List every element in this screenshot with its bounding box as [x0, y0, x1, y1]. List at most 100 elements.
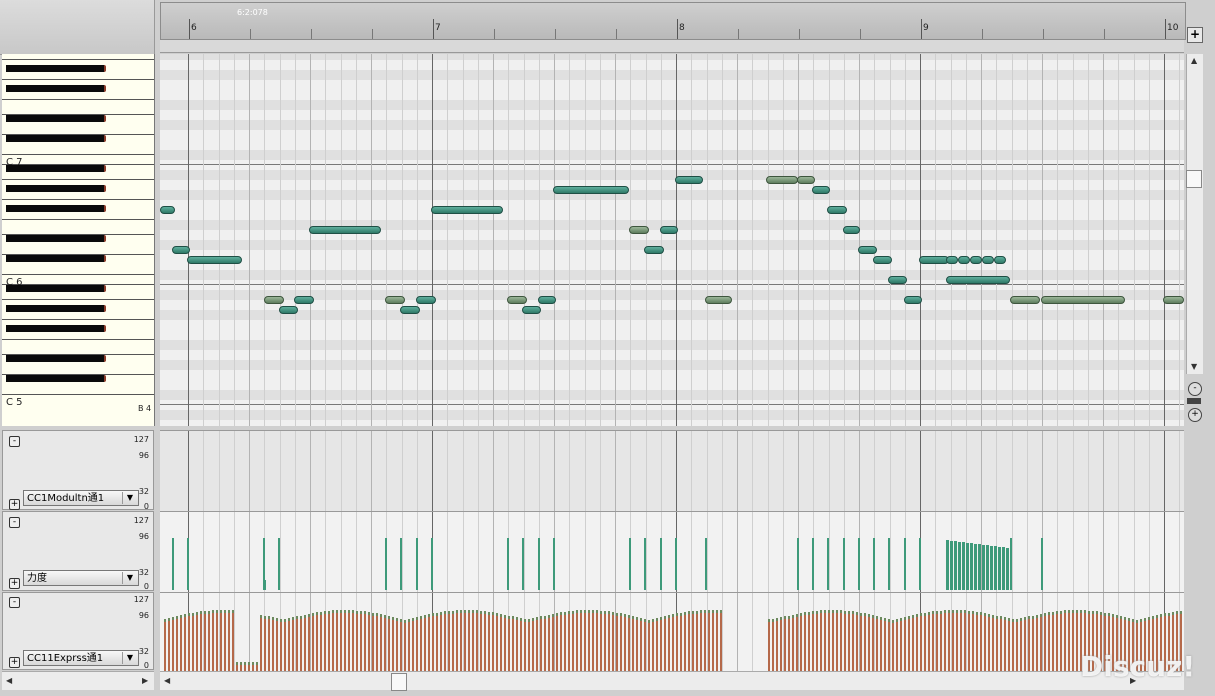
expression-bar[interactable]: [856, 612, 858, 671]
expression-bar[interactable]: [896, 619, 898, 671]
velocity-bar[interactable]: [919, 538, 921, 590]
expression-bar[interactable]: [916, 614, 918, 671]
expression-bar[interactable]: [720, 610, 722, 671]
expression-bar[interactable]: [968, 611, 970, 671]
expression-bar[interactable]: [476, 610, 478, 671]
expression-bar[interactable]: [804, 612, 806, 671]
zoom-out-icon[interactable]: -: [1188, 382, 1202, 396]
zoom-in-icon[interactable]: +: [1188, 408, 1202, 422]
midi-note[interactable]: [660, 226, 678, 234]
expression-bar[interactable]: [1020, 618, 1022, 671]
expression-bar[interactable]: [900, 618, 902, 671]
expression-bar[interactable]: [844, 611, 846, 671]
expression-bar[interactable]: [336, 610, 338, 671]
expression-bar[interactable]: [192, 613, 194, 671]
expression-bar[interactable]: [464, 610, 466, 671]
midi-note[interactable]: [858, 246, 877, 254]
midi-note[interactable]: [629, 226, 649, 234]
expression-bar[interactable]: [504, 615, 506, 671]
expression-bar[interactable]: [800, 613, 802, 671]
expression-bar[interactable]: [1076, 610, 1078, 671]
expression-bar[interactable]: [580, 610, 582, 671]
expression-bar[interactable]: [424, 615, 426, 671]
expression-bar[interactable]: [284, 619, 286, 671]
expression-bar[interactable]: [656, 618, 658, 671]
velocity-bar[interactable]: [873, 538, 875, 590]
velocity-bar[interactable]: [416, 538, 418, 590]
expression-bar[interactable]: [772, 619, 774, 671]
midi-note[interactable]: [507, 296, 527, 304]
midi-note[interactable]: [522, 306, 541, 314]
midi-note[interactable]: [843, 226, 860, 234]
expression-bar[interactable]: [708, 610, 710, 671]
expression-bar[interactable]: [456, 610, 458, 671]
expression-bar[interactable]: [1060, 611, 1062, 671]
expression-bar[interactable]: [252, 662, 254, 671]
expression-bar[interactable]: [1036, 615, 1038, 671]
expression-bar[interactable]: [304, 615, 306, 671]
expression-bar[interactable]: [688, 611, 690, 671]
midi-note[interactable]: [279, 306, 298, 314]
zoom-slider[interactable]: [1187, 398, 1201, 404]
expression-bar[interactable]: [232, 610, 234, 671]
expression-bar[interactable]: [652, 619, 654, 671]
expression-bar[interactable]: [328, 611, 330, 671]
expression-bar[interactable]: [620, 613, 622, 671]
expression-bar[interactable]: [836, 610, 838, 671]
horizontal-scrollbar[interactable]: ◀ ▶: [160, 671, 1184, 690]
velocity-bar[interactable]: [172, 538, 174, 590]
expression-bar[interactable]: [572, 611, 574, 671]
midi-note[interactable]: [958, 256, 970, 264]
expression-bar[interactable]: [272, 617, 274, 671]
expression-bar[interactable]: [356, 611, 358, 671]
expression-bar[interactable]: [568, 611, 570, 671]
expression-bar[interactable]: [924, 613, 926, 671]
expression-bar[interactable]: [340, 610, 342, 671]
expression-bar[interactable]: [1012, 619, 1014, 671]
expression-bar[interactable]: [588, 610, 590, 671]
scroll-down-icon[interactable]: ▼: [1191, 362, 1197, 371]
velocity-bar[interactable]: [982, 544, 985, 590]
expression-bar[interactable]: [636, 617, 638, 671]
cc-select-velocity[interactable]: 力度 ▼: [23, 570, 139, 586]
expression-bar[interactable]: [528, 619, 530, 671]
expression-bar[interactable]: [816, 611, 818, 671]
midi-note[interactable]: [919, 256, 949, 264]
black-key[interactable]: [6, 85, 106, 92]
expression-bar[interactable]: [868, 614, 870, 671]
expression-bar[interactable]: [276, 618, 278, 671]
expression-bar[interactable]: [368, 612, 370, 671]
midi-note[interactable]: [994, 256, 1006, 264]
expression-bar[interactable]: [564, 612, 566, 671]
midi-note[interactable]: [1163, 296, 1184, 304]
expression-bar[interactable]: [988, 614, 990, 671]
expression-bar[interactable]: [996, 616, 998, 671]
midi-note[interactable]: [888, 276, 907, 284]
expression-bar[interactable]: [268, 616, 270, 671]
expression-bar[interactable]: [300, 616, 302, 671]
expression-bar[interactable]: [176, 616, 178, 671]
velocity-bar[interactable]: [962, 542, 965, 590]
expression-bar[interactable]: [912, 615, 914, 671]
velocity-bar[interactable]: [1010, 538, 1012, 590]
midi-note[interactable]: [538, 296, 556, 304]
velocity-bar[interactable]: [675, 538, 677, 590]
expression-bar[interactable]: [704, 610, 706, 671]
expression-bar[interactable]: [496, 613, 498, 671]
expression-bar[interactable]: [164, 619, 166, 671]
expression-bar[interactable]: [200, 611, 202, 671]
velocity-bar[interactable]: [797, 580, 799, 590]
expression-bar[interactable]: [956, 610, 958, 671]
velocity-bar[interactable]: [904, 538, 906, 590]
midi-note[interactable]: [970, 256, 982, 264]
velocity-bar[interactable]: [970, 543, 973, 590]
expression-bar[interactable]: [812, 611, 814, 671]
expression-bar[interactable]: [1016, 619, 1018, 671]
expression-bar[interactable]: [1040, 614, 1042, 671]
expression-bar[interactable]: [660, 617, 662, 671]
cc-select-modulation[interactable]: CC1Modultn通1 ▼: [23, 490, 139, 506]
add-cc-lane-button[interactable]: +: [9, 578, 20, 589]
expression-bar[interactable]: [672, 614, 674, 671]
expression-bar[interactable]: [248, 662, 250, 671]
velocity-bar[interactable]: [187, 538, 189, 590]
